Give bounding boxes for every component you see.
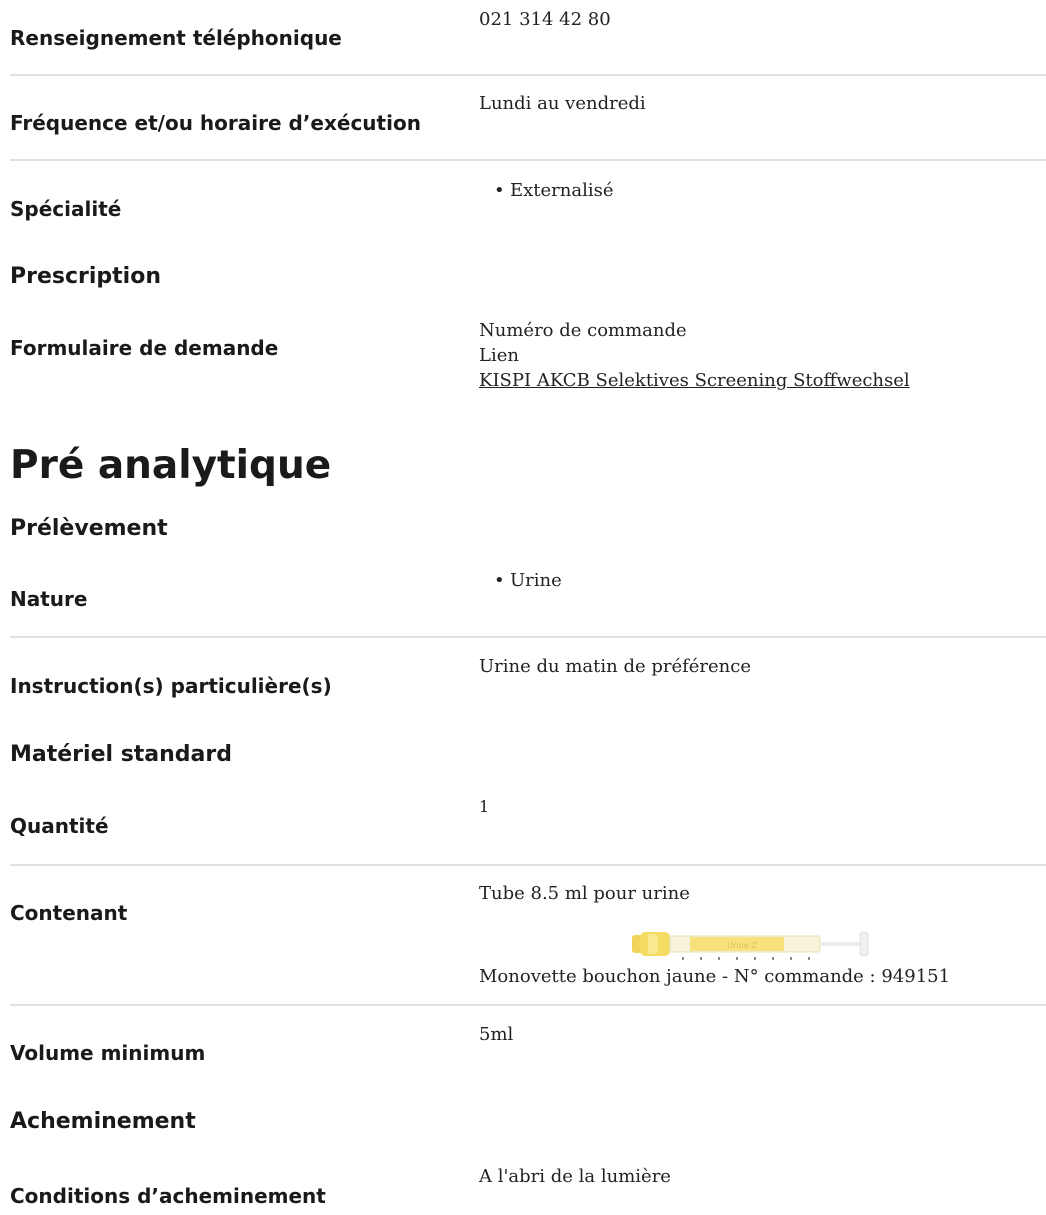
container-value: Tube 8.5 ml pour urine [479,883,690,904]
quantity-label: Quantité [10,814,109,838]
divider [10,636,1046,638]
specialty-label: Spécialité [10,197,122,221]
volume-value: 5ml [479,1024,514,1045]
analysis-detail-page: Renseignement téléphonique 021 314 42 80… [0,0,1046,1215]
transport-conditions-value: A l'abri de la lumière [479,1166,671,1187]
phone-value: 021 314 42 80 [479,9,611,30]
nature-item: Urine [494,570,562,592]
instructions-label: Instruction(s) particulière(s) [10,674,332,698]
transport-conditions-label: Conditions d’acheminement [10,1184,326,1208]
nature-label: Nature [10,587,88,611]
phone-label: Renseignement téléphonique [10,26,342,50]
prescription-title: Prescription [10,264,162,289]
frequency-value: Lundi au vendredi [479,93,646,114]
volume-label: Volume minimum [10,1041,206,1065]
quantity-value: 1 [479,797,490,816]
frequency-label: Fréquence et/ou horaire d’exécution [10,111,421,135]
transport-title: Acheminement [10,1109,196,1134]
instructions-value: Urine du matin de préférence [479,656,752,677]
urine-tube-icon: Urine Z [632,931,869,960]
link-label: Lien [479,345,519,366]
request-form-link[interactable]: KISPI AKCB Selektives Screening Stoffwec… [479,370,910,392]
divider [10,159,1046,161]
divider [10,74,1046,76]
tube-label-text: Urine Z [727,941,757,950]
preanalytic-title: Pré analytique [10,443,332,488]
request-form-label: Formulaire de demande [10,336,279,360]
specialty-item: Externalisé [494,180,613,202]
sampling-title: Prélèvement [10,516,168,541]
divider [10,864,1046,866]
container-label: Contenant [10,901,128,925]
material-title: Matériel standard [10,742,232,767]
container-caption: Monovette bouchon jaune - N° commande : … [479,966,951,987]
order-number-label: Numéro de commande [479,320,687,341]
divider [10,1004,1046,1006]
